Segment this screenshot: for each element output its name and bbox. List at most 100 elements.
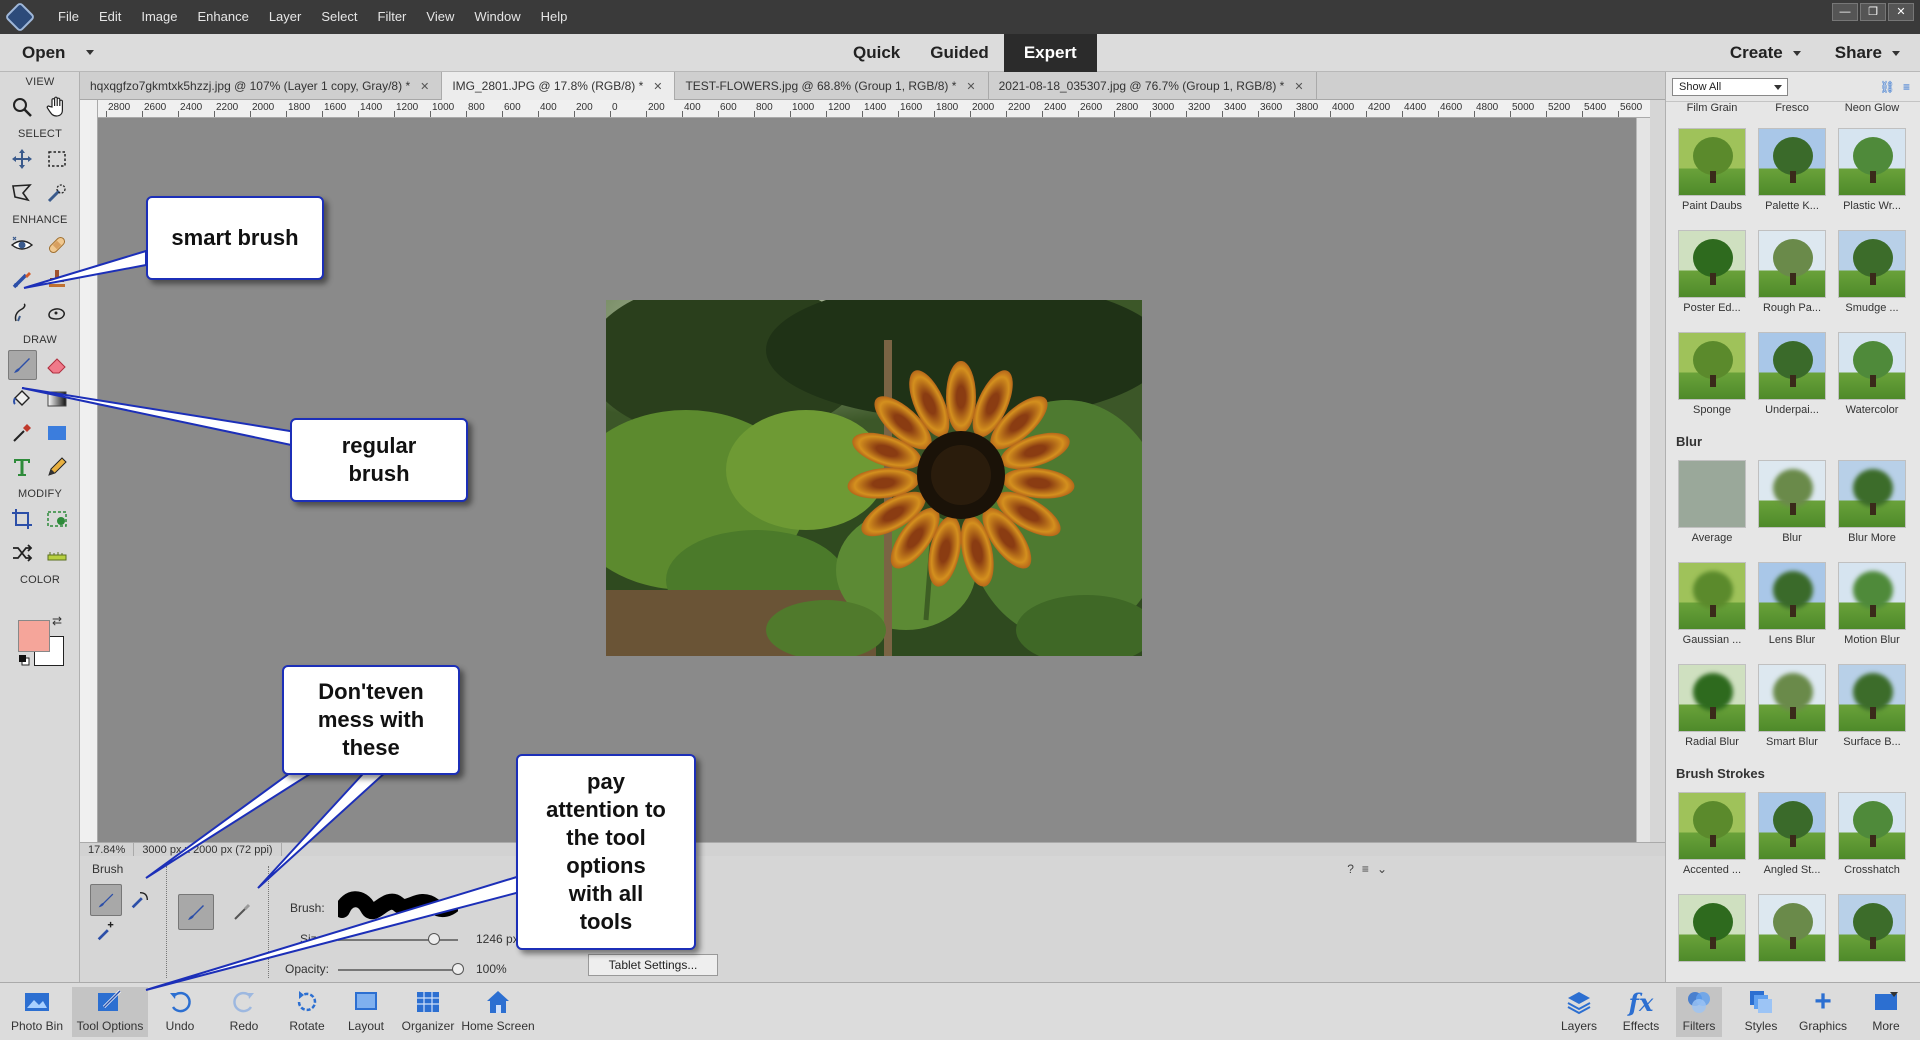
doc-tab-4[interactable]: 2021-08-18_035307.jpg @ 76.7% (Group 1, … [989,72,1317,100]
size-slider-track[interactable] [338,939,458,941]
menu-edit[interactable]: Edit [89,0,131,34]
color-replacement-button[interactable] [90,916,122,948]
filter-item[interactable]: Gaussian ... [1674,556,1750,658]
open-dropdown-icon[interactable] [86,50,94,55]
menu-help[interactable]: Help [531,0,578,34]
eraser-tool[interactable] [43,350,71,380]
tool-options-button[interactable]: Tool Options [72,987,148,1037]
filter-item[interactable]: Angled St... [1754,786,1830,888]
filter-item[interactable] [1754,888,1830,982]
panel-menu-icon[interactable]: ≡ [1903,80,1910,94]
pencil-tool[interactable] [43,452,72,482]
doc-tab-1[interactable]: hqxqgfzo7gkmtxk5hzzj.jpg @ 107% (Layer 1… [80,72,443,100]
menu-layer[interactable]: Layer [259,0,312,34]
menu-image[interactable]: Image [131,0,187,34]
filter-item[interactable]: Average [1674,454,1750,556]
type-tool[interactable] [8,452,37,482]
recompose-tool[interactable] [43,504,72,534]
brush-option-button[interactable] [90,884,122,916]
filter-item[interactable]: Film Grain [1674,102,1750,122]
close-tab-icon[interactable]: ✕ [420,81,429,93]
filter-item[interactable]: Paint Daubs [1674,122,1750,224]
smart-brush-tool[interactable] [8,264,37,294]
tablet-settings-button[interactable]: Tablet Settings... [588,954,718,976]
content-aware-move-tool[interactable] [8,538,37,568]
paint-bucket-tool[interactable] [8,384,37,414]
opacity-value[interactable]: 100% [476,962,507,976]
rotate-button[interactable]: Rotate [284,987,330,1033]
mode-quick[interactable]: Quick [838,34,915,72]
filter-item[interactable]: Palette K... [1754,122,1830,224]
graphics-button[interactable]: + Graphics [1796,985,1850,1033]
doc-tab-2[interactable]: IMG_2801.JPG @ 17.8% (RGB/8) * ✕ [442,72,676,100]
redo-button[interactable]: Redo [224,987,264,1033]
eyedropper-tool[interactable] [8,418,37,448]
open-button[interactable]: Open [22,34,65,72]
mode-expert[interactable]: Expert [1003,34,1097,72]
filter-item[interactable]: Underpai... [1754,326,1830,428]
help-icon[interactable]: ? [1347,862,1354,876]
spot-healing-tool[interactable] [43,230,72,260]
size-value[interactable]: 1246 px [476,932,519,946]
zoom-tool[interactable] [8,92,37,122]
swap-colors-icon[interactable]: ⇄ [52,614,62,628]
layers-button[interactable]: Layers [1556,987,1602,1033]
menu-enhance[interactable]: Enhance [188,0,259,34]
close-button[interactable]: ✕ [1888,3,1914,21]
filter-item[interactable]: Smart Blur [1754,658,1830,760]
default-colors-icon[interactable] [18,654,30,666]
airbrush-mode-button[interactable] [224,894,260,930]
more-button[interactable]: More [1864,987,1908,1033]
clone-stamp-tool[interactable] [43,264,72,294]
minimize-button[interactable]: — [1832,3,1858,21]
filter-item[interactable]: Watercolor [1834,326,1906,428]
panel-menu-icon[interactable]: ≡ [1362,862,1369,876]
filter-item[interactable]: Neon Glow [1834,102,1906,122]
show-all-dropdown[interactable]: Show All [1672,77,1788,96]
close-tab-icon[interactable]: ✕ [966,81,975,93]
impressionist-brush-button[interactable] [124,884,156,916]
sponge-tool[interactable] [43,298,72,328]
share-menu[interactable]: Share [1835,34,1901,72]
filter-item[interactable]: Blur More [1834,454,1906,556]
crop-tool[interactable] [8,504,37,534]
blur-tool[interactable] [8,298,37,328]
filter-item[interactable]: Sponge [1674,326,1750,428]
brush-preset-preview[interactable] [334,886,462,926]
filter-item[interactable]: Plastic Wr... [1834,122,1906,224]
brush-mode-normal-button[interactable] [178,894,214,930]
filter-item[interactable]: Accented ... [1674,786,1750,888]
red-eye-tool[interactable] [8,230,37,260]
filter-item[interactable]: Rough Pa... [1754,224,1830,326]
filter-item[interactable] [1834,888,1906,982]
gradient-tool[interactable] [43,384,72,414]
photo-bin-button[interactable]: Photo Bin [8,987,66,1033]
opacity-slider-knob[interactable] [452,963,464,975]
menu-window[interactable]: Window [464,0,530,34]
brush-tool[interactable] [8,350,37,380]
doc-tab-3[interactable]: TEST-FLOWERS.jpg @ 68.8% (Group 1, RGB/8… [675,72,989,100]
filter-item[interactable]: Poster Ed... [1674,224,1750,326]
layout-button[interactable]: Layout [346,987,386,1033]
menu-filter[interactable]: Filter [368,0,417,34]
lasso-tool[interactable] [8,178,37,208]
shape-tool[interactable] [43,418,72,448]
quick-selection-tool[interactable] [43,178,72,208]
size-slider-knob[interactable] [428,933,440,945]
filter-item[interactable]: Motion Blur [1834,556,1906,658]
filters-button[interactable]: Filters [1676,987,1722,1037]
move-tool[interactable] [8,144,37,174]
menu-view[interactable]: View [416,0,464,34]
styles-button[interactable]: Styles [1738,987,1784,1033]
mode-guided[interactable]: Guided [915,34,1004,72]
filter-item[interactable]: Crosshatch [1834,786,1906,888]
marquee-tool[interactable] [43,144,72,174]
filter-item[interactable]: Surface B... [1834,658,1906,760]
hand-tool[interactable] [43,92,72,122]
effects-button[interactable]: fx Effects [1618,987,1664,1034]
filter-item[interactable]: Radial Blur [1674,658,1750,760]
close-tab-icon[interactable]: ✕ [1294,81,1303,93]
collapse-icon[interactable]: ⌄ [1377,862,1387,876]
close-tab-icon[interactable]: ✕ [653,81,662,93]
sunflower-photo[interactable] [606,300,1142,656]
